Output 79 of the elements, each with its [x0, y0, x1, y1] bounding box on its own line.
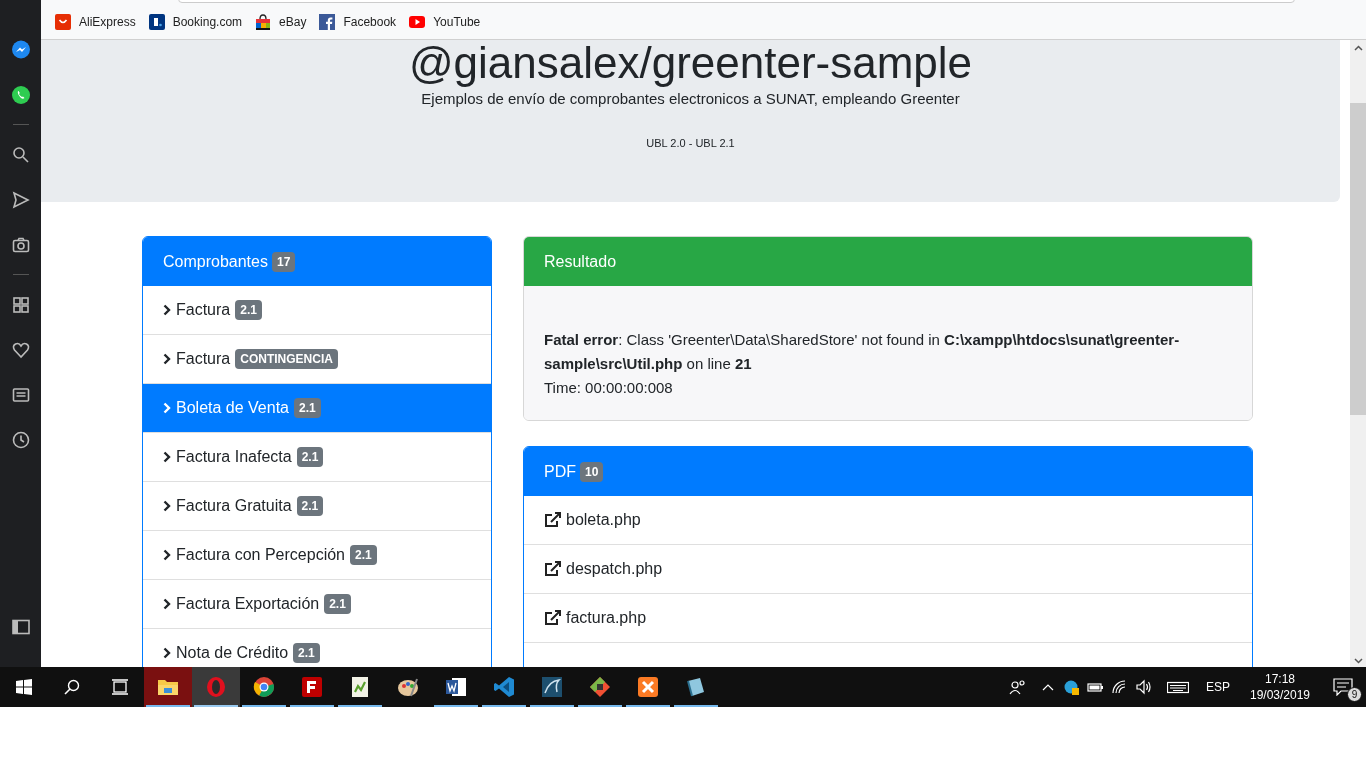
external-link-icon: [544, 561, 562, 577]
smile-logo-icon: [55, 13, 71, 30]
file-link[interactable]: factura.php: [544, 606, 647, 630]
bookmark-link[interactable]: Booking.com: [148, 12, 243, 31]
version-badge: 2.1: [235, 300, 262, 320]
taskbar-app-button[interactable]: [144, 667, 192, 707]
chevron-icon: [163, 647, 171, 659]
app-icon: [397, 676, 419, 698]
f-logo-icon: [319, 13, 336, 30]
card-header: Resultado: [524, 237, 1252, 286]
app-icon: [637, 676, 659, 698]
version-badge: 2.1: [324, 594, 351, 614]
b-logo-icon: [148, 13, 165, 30]
bookmark-link[interactable]: YouTube: [409, 12, 481, 31]
version-badge: CONTINGENCIA: [235, 349, 338, 369]
app-icon: [205, 676, 227, 698]
language-indicator[interactable]: ESP: [1196, 678, 1240, 696]
shopping-bag-icon: [255, 13, 272, 30]
app-icon: [685, 676, 707, 698]
count-badge: 10: [580, 461, 604, 482]
notification-icon[interactable]: [1333, 678, 1353, 696]
version-badge: 2.1: [293, 643, 320, 663]
page-subtitle: Ejemplos de envío de comprobantes electronicos a SUNAT, empleando Greenter: [421, 89, 960, 109]
bookmark-link[interactable]: eBay: [255, 12, 307, 31]
grid-icon[interactable]: [11, 295, 30, 314]
bookmark-link[interactable]: Facebook: [319, 12, 397, 31]
search-icon: [64, 679, 80, 695]
version-label: UBL 2.0 - UBL 2.1: [646, 135, 735, 151]
taskbar-app-button[interactable]: [192, 667, 240, 707]
chat-phone-icon[interactable]: [10, 84, 31, 105]
app-icon: [349, 676, 371, 698]
scrollbar[interactable]: [1350, 40, 1366, 667]
app-icon: [541, 676, 563, 698]
app-icon: [589, 676, 611, 698]
error-message: Fatal error: Class 'Greenter\Data\SharedStore' not found in C:\xampp\htdocs\sunat\greenter-sample\src\Util.php on line 21: [544, 330, 1181, 374]
chevron-icon: [163, 353, 171, 365]
time-label: Time: 00:00:00:008: [544, 378, 674, 398]
clock-icon[interactable]: [11, 430, 30, 449]
app-icon: [301, 676, 323, 698]
messenger-icon[interactable]: [10, 39, 31, 60]
play-icon: [409, 13, 426, 30]
search-icon[interactable]: [11, 145, 30, 164]
card-title: Comprobantes: [163, 251, 268, 272]
file-link[interactable]: despatch.php: [544, 557, 663, 581]
count-badge: 17: [271, 251, 296, 272]
camera-icon[interactable]: [11, 235, 30, 254]
sidebar-toggle-icon[interactable]: [11, 619, 30, 635]
chevron-icon: [163, 451, 171, 463]
chevron-icon: [163, 304, 171, 316]
card-title: PDF: [544, 461, 576, 482]
list-item[interactable]: Boleta de Venta 2.1: [143, 384, 491, 433]
version-badge: 2.1: [294, 398, 321, 418]
news-icon[interactable]: [11, 385, 30, 404]
version-badge: 2.1: [350, 545, 377, 565]
bookmark-link[interactable]: AliExpress: [55, 12, 136, 31]
chevron-icon: [163, 598, 171, 610]
heart-icon[interactable]: [11, 340, 30, 359]
version-badge: 2.1: [296, 447, 324, 467]
app-icon: [493, 676, 515, 698]
send-icon[interactable]: [11, 190, 30, 209]
keyboard-icon[interactable]: [1167, 679, 1189, 695]
external-link-icon: [544, 610, 562, 626]
scrollbar-thumb[interactable]: [1350, 103, 1366, 415]
scroll-up-icon[interactable]: [1353, 45, 1363, 51]
page-title: @giansalex/greenter-sample: [408, 41, 973, 85]
chevron-icon: [163, 402, 171, 414]
clock-time[interactable]: 17:18: [1265, 671, 1295, 687]
chevron-icon: [163, 500, 171, 512]
external-link-icon: [544, 512, 562, 528]
notification-count: 9: [1347, 687, 1362, 702]
chevron-icon: [163, 549, 171, 561]
scroll-down-icon[interactable]: [1353, 658, 1363, 664]
file-link[interactable]: boleta.php: [544, 508, 641, 532]
task-view-icon: [111, 679, 129, 695]
app-icon: [253, 676, 275, 698]
app-icon: [445, 676, 467, 698]
version-badge: 2.1: [296, 496, 324, 516]
clock-date[interactable]: 19/03/2019: [1249, 687, 1311, 703]
windows-icon: [16, 679, 32, 695]
